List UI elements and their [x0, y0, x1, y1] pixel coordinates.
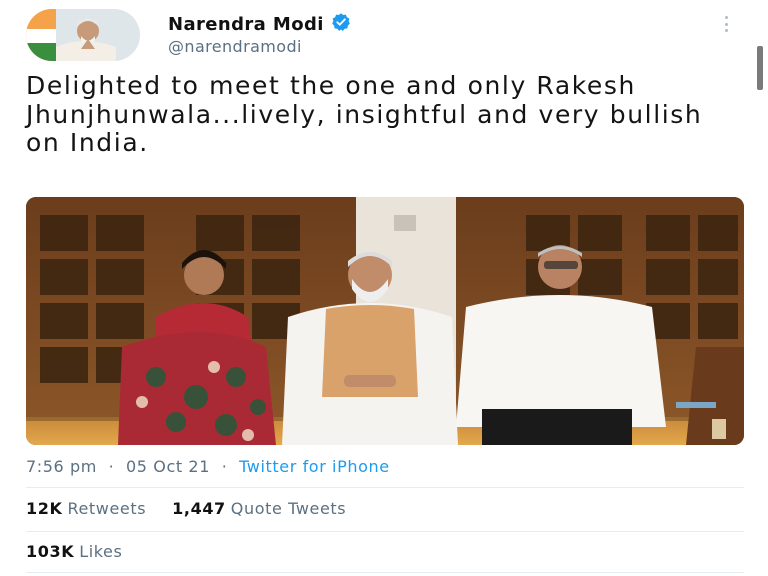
- likes-label: Likes: [79, 542, 123, 561]
- tweet-time[interactable]: 7:56 pm: [26, 457, 97, 476]
- likes-count: 103K: [26, 542, 75, 561]
- likes-row: 103K Likes: [26, 542, 122, 561]
- tweet-date[interactable]: 05 Oct 21: [126, 457, 210, 476]
- divider: [26, 531, 744, 532]
- tweet-card: Narendra Modi @narendramodi Delighted to…: [0, 0, 768, 576]
- tweet-text: Delighted to meet the one and only Rakes…: [26, 71, 703, 157]
- verified-badge-icon: [331, 12, 351, 36]
- likes-stat[interactable]: 103K Likes: [26, 542, 122, 561]
- scrollbar-thumb[interactable]: [757, 46, 763, 90]
- quote-tweets-count: 1,447: [172, 499, 226, 518]
- tweet-meta: 7:56 pm · 05 Oct 21 · Twitter for iPhone: [26, 457, 390, 476]
- author-name-row[interactable]: Narendra Modi: [168, 12, 351, 36]
- meta-separator: ·: [108, 457, 115, 476]
- author-handle[interactable]: @narendramodi: [168, 37, 302, 56]
- retweets-stat[interactable]: 12K Retweets: [26, 499, 146, 518]
- quote-tweets-stat[interactable]: 1,447 Quote Tweets: [172, 499, 346, 518]
- divider: [26, 572, 744, 573]
- retweets-label: Retweets: [67, 499, 147, 518]
- more-vertical-icon[interactable]: [720, 14, 732, 34]
- tweet-photo[interactable]: [26, 197, 744, 445]
- retweets-count: 12K: [26, 499, 63, 518]
- meta-separator: ·: [221, 457, 228, 476]
- stats-row: 12K Retweets 1,447 Quote Tweets: [26, 499, 346, 518]
- quote-tweets-label: Quote Tweets: [230, 499, 347, 518]
- author-name[interactable]: Narendra Modi: [168, 14, 324, 35]
- avatar[interactable]: [26, 9, 140, 61]
- tweet-source-link[interactable]: Twitter for iPhone: [239, 457, 390, 476]
- divider: [26, 487, 744, 488]
